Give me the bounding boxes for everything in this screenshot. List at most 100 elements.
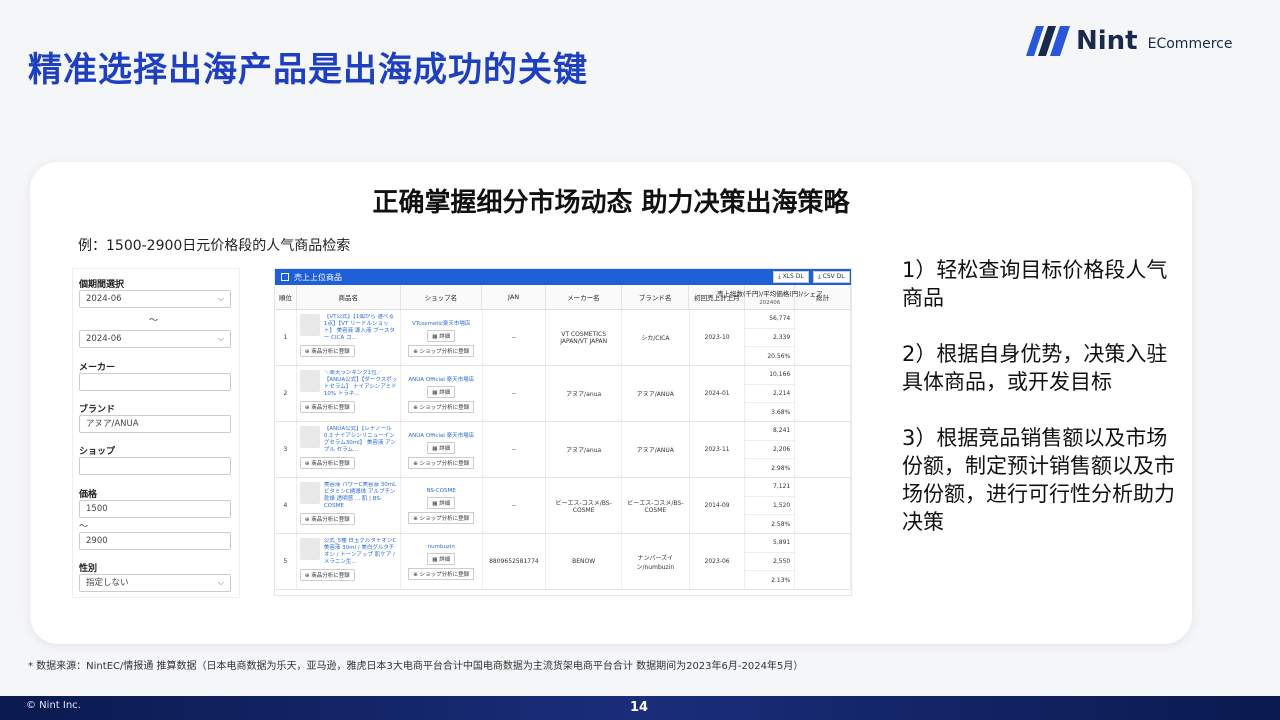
col-shop[interactable]: ショップ名 xyxy=(401,285,483,309)
jan-cell: -- xyxy=(483,422,547,477)
market-share: 2.58% xyxy=(771,520,791,528)
product-cell: ＼楽天ランキング1位／【ANUA公式】【ダークスポットセラム】 ナイアシンアミド… xyxy=(297,366,401,421)
sales-amount: 8,241 xyxy=(745,422,795,441)
price-from-input[interactable]: 1500 xyxy=(79,500,231,518)
product-thumbnail xyxy=(299,538,320,560)
add-shop-analysis-label: ショップ分析に登録 xyxy=(419,515,470,522)
csv-download-button[interactable]: ⤓ CSV DL xyxy=(813,271,850,283)
add-shop-analysis-label: ショップ分析に登録 xyxy=(419,460,470,467)
add-shop-analysis-button[interactable]: ⊕ ショップ分析に登録 xyxy=(408,567,475,580)
total-cell xyxy=(795,310,851,365)
sales-cell: 7,121 1,520 2.58% xyxy=(745,478,796,533)
col-total[interactable]: 総計 xyxy=(795,285,851,309)
col-brand[interactable]: ブランド名 xyxy=(622,285,690,309)
col-jan[interactable]: JAN xyxy=(482,285,546,309)
average-price: 2,339 xyxy=(745,329,795,348)
table-columns: 順位 商品名 ショップ名 JAN メーカー名 ブランド名 初回売上計上月 売上総… xyxy=(275,285,851,310)
chevron-down-icon: ⌵ xyxy=(217,334,224,343)
period-to-select[interactable]: 2024-06 ⌵ xyxy=(79,330,231,348)
product-link[interactable]: 美容液 パワーC美容液 30mL ビタミンC誘導体 アルブチン 乾燥 透明感 .… xyxy=(324,482,398,510)
table-row: 2 ＼楽天ランキング1位／【ANUA公式】【ダークスポットセラム】 ナイアシンアミ… xyxy=(275,366,851,422)
total-cell xyxy=(795,422,851,477)
brand-input[interactable]: アヌア/ANUA xyxy=(79,415,231,433)
add-product-analysis-button[interactable]: ⊕ 商品分析に登録 xyxy=(299,513,355,525)
csv-label: CSV DL xyxy=(822,273,845,280)
add-shop-analysis-button[interactable]: ⊕ ショップ分析に登録 xyxy=(408,344,475,357)
brand-cell: アヌア/ANUA xyxy=(622,366,690,421)
add-shop-analysis-button[interactable]: ⊕ ショップ分析に登録 xyxy=(408,400,475,413)
rank-cell: 2 xyxy=(275,366,297,421)
detail-label: 詳細 xyxy=(439,500,451,507)
product-link[interactable]: 公式_5種 白玉グルタチオンC 美容液 30ml / 美白グルタチオン / トー… xyxy=(324,538,398,566)
market-share: 2.13% xyxy=(771,576,791,584)
maker-cell: アヌア/anua xyxy=(546,366,622,421)
product-link[interactable]: ＼楽天ランキング1位／【ANUA公式】【ダークスポットセラム】 ナイアシンアミド… xyxy=(324,370,398,398)
add-product-analysis-label: 商品分析に登録 xyxy=(311,573,350,579)
maker-input[interactable] xyxy=(79,373,231,391)
sales-cell: 56,774 2,339 20.56% xyxy=(745,310,796,365)
market-share: 3.68% xyxy=(771,408,791,416)
add-product-analysis-button[interactable]: ⊕ 商品分析に登録 xyxy=(299,457,355,469)
filter-panel: 個期間選択 2024-06 ⌵ 〜 2024-06 ⌵ メーカー ブランド アヌ… xyxy=(72,268,240,598)
product-link[interactable]: 【VT公式】【1個から 選べる 1点】【VT リードルショット】 美容液 導入液… xyxy=(324,314,398,342)
detail-button[interactable]: ▦ 詳細 xyxy=(427,552,456,565)
table-row: 1 【VT公式】【1個から 選べる 1点】【VT リードルショット】 美容液 導入… xyxy=(275,310,851,366)
shop-link[interactable]: VTcosmetic楽天市場店 xyxy=(412,319,470,327)
gender-label: 性別 xyxy=(79,564,98,574)
point-1: 1）轻松查询目标价格段人气商品 xyxy=(902,258,1168,310)
xls-download-button[interactable]: ⤓ XLS DL xyxy=(773,271,809,283)
shop-label: ショップ xyxy=(79,447,116,457)
add-product-analysis-button[interactable]: ⊕ 商品分析に登録 xyxy=(299,345,355,357)
add-shop-analysis-button[interactable]: ⊕ ショップ分析に登録 xyxy=(408,456,475,469)
period-tilde: 〜 xyxy=(149,316,159,326)
detail-button[interactable]: ▦ 詳細 xyxy=(427,329,456,342)
shop-link[interactable]: ANUA Official 楽天市場店 xyxy=(408,375,474,383)
col-sales[interactable]: 売上総数(千円)/平均価格(円)/シェア 202406 xyxy=(717,285,822,309)
price-label: 価格 xyxy=(79,490,98,500)
shop-link[interactable]: BS-COSME xyxy=(427,488,456,494)
rank-cell: 4 xyxy=(275,478,297,533)
add-product-analysis-button[interactable]: ⊕ 商品分析に登録 xyxy=(299,569,355,581)
product-cell: 【ANUA公式】【レチノール0.3 ナイアシンリニューイングセラム30ml】 美… xyxy=(297,422,401,477)
shop-link[interactable]: ANUA Official 楽天市場店 xyxy=(408,431,474,439)
copyright: © Nint Inc. xyxy=(26,700,81,711)
gender-value: 指定しない xyxy=(86,578,129,588)
product-cell: 公式_5種 白玉グルタチオンC 美容液 30ml / 美白グルタチオン / トー… xyxy=(297,534,401,589)
add-product-analysis-button[interactable]: ⊕ 商品分析に登録 xyxy=(299,401,355,413)
shop-cell: ANUA Official 楽天市場店 ▦ 詳細 ⊕ ショップ分析に登録 xyxy=(401,422,483,477)
first-month-cell: 2023-06 xyxy=(690,534,746,589)
market-share: 2.98% xyxy=(771,464,791,472)
col-rank[interactable]: 順位 xyxy=(275,285,297,309)
price-tilde: 〜 xyxy=(79,522,89,532)
add-product-analysis-label: 商品分析に登録 xyxy=(311,405,350,411)
shop-link[interactable]: numbuzin xyxy=(428,544,455,550)
add-product-analysis-label: 商品分析に登録 xyxy=(311,349,350,355)
period-to-value: 2024-06 xyxy=(86,334,122,344)
gender-select[interactable]: 指定しない ⌵ xyxy=(79,574,231,592)
first-month-cell: 2023-10 xyxy=(690,310,746,365)
period-label: 個期間選択 xyxy=(79,280,125,290)
col-maker[interactable]: メーカー名 xyxy=(546,285,622,309)
product-thumbnail xyxy=(299,370,320,392)
market-share: 20.56% xyxy=(767,352,791,360)
brand-cell: ナンバーズイン/numbuzin xyxy=(622,534,690,589)
col-product[interactable]: 商品名 xyxy=(297,285,401,309)
table-row: 4 美容液 パワーC美容液 30mL ビタミンC誘導体 アルブチン 乾燥 透明感 … xyxy=(275,478,851,534)
point-3: 3）根据竞品销售额以及市场份额，制定预计销售额以及市场份额，进行可行性分析助力决… xyxy=(902,426,1175,534)
add-product-analysis-label: 商品分析に登録 xyxy=(311,461,350,467)
detail-button[interactable]: ▦ 詳細 xyxy=(427,441,456,454)
product-thumbnail xyxy=(299,314,320,336)
detail-button[interactable]: ▦ 詳細 xyxy=(427,496,456,509)
brand-cell: シカ/CICA xyxy=(622,310,690,365)
first-month-cell: 2014-09 xyxy=(690,478,746,533)
add-shop-analysis-button[interactable]: ⊕ ショップ分析に登録 xyxy=(408,511,475,524)
period-from-select[interactable]: 2024-06 ⌵ xyxy=(79,290,231,308)
detail-button[interactable]: ▦ 詳細 xyxy=(427,385,456,398)
logo-sub: ECommerce xyxy=(1147,36,1233,52)
price-to-input[interactable]: 2900 xyxy=(79,532,231,550)
footnote: * 数据来源：NintEC/情报通 推算数据（日本电商数据为乐天，亚马逊，雅虎日… xyxy=(28,661,804,672)
brand-label: ブランド xyxy=(79,405,116,415)
product-link[interactable]: 【ANUA公式】【レチノール0.3 ナイアシンリニューイングセラム30ml】 美… xyxy=(324,426,398,454)
shop-input[interactable] xyxy=(79,457,231,475)
sales-cell: 8,241 2,206 2.98% xyxy=(745,422,796,477)
